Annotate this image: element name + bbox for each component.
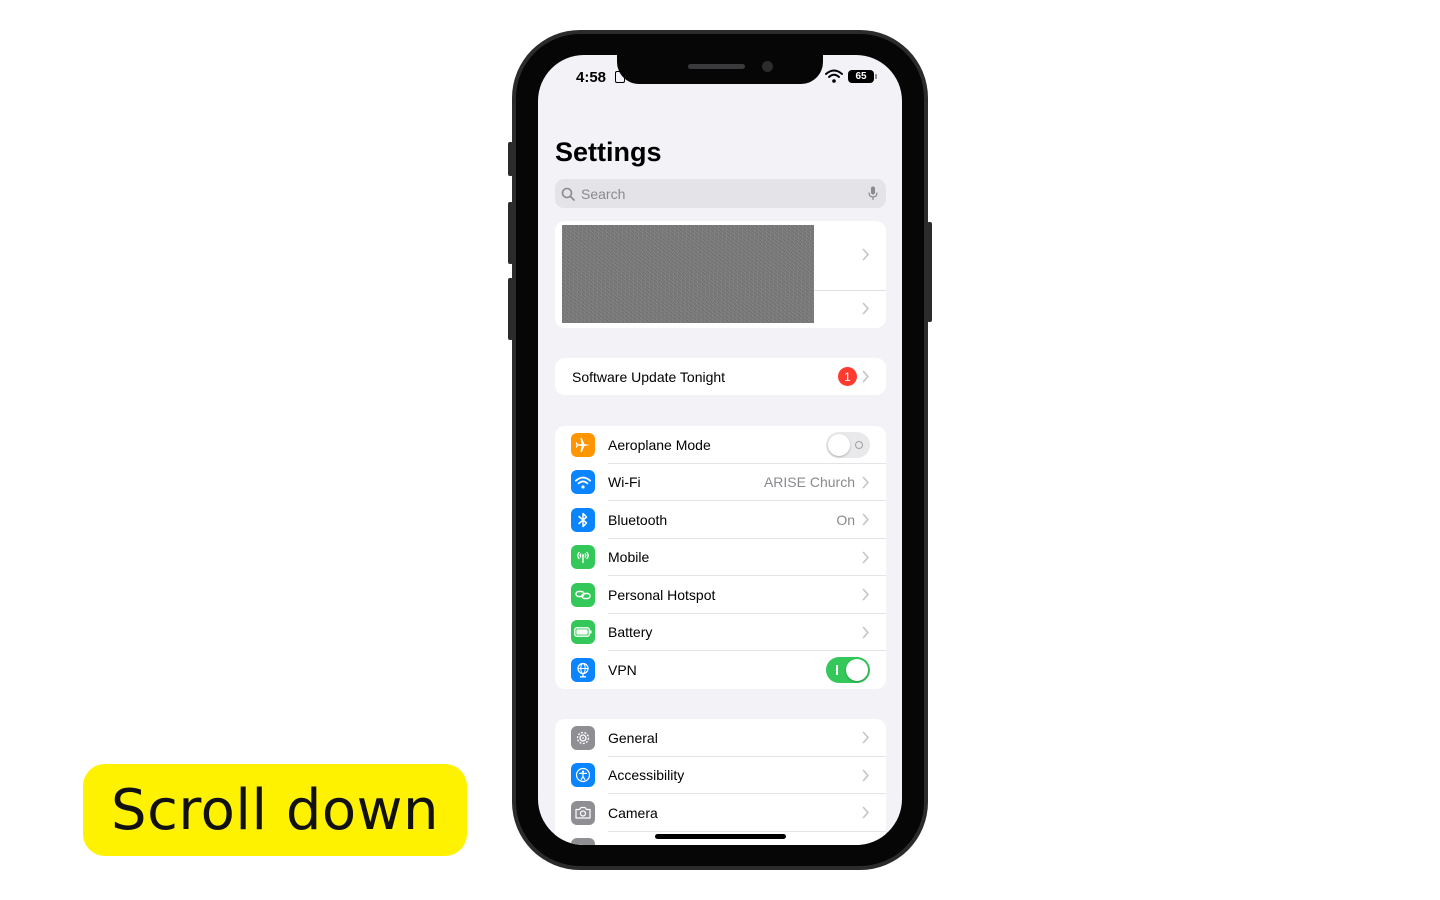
wifi-status-icon (825, 69, 843, 83)
battery-icon (571, 620, 595, 645)
settings-row-label: Camera (608, 804, 658, 821)
antenna-icon (571, 545, 595, 570)
status-time: 4:58 (576, 69, 607, 86)
camera-icon (571, 800, 595, 825)
settings-row-label: General (608, 729, 658, 746)
settings-row-label: Mobile (608, 549, 650, 566)
bluetooth-value: On (836, 511, 855, 528)
software-update-label: Software Update Tonight (572, 368, 726, 385)
settings-row-mobile[interactable]: Mobile (555, 539, 886, 576)
settings-row-label: VPN (608, 661, 637, 678)
settings-row-battery[interactable]: Battery (555, 614, 886, 651)
connectivity-group: Aeroplane Mode Wi-Fi ARISE Church Blueto… (555, 426, 886, 689)
redacted-profile (562, 225, 814, 323)
volume-down-button[interactable] (508, 278, 513, 340)
settings-row-camera[interactable]: Camera (555, 794, 886, 832)
chevron-right-icon (862, 588, 870, 601)
link-icon (571, 582, 595, 607)
airplane-icon (571, 432, 595, 457)
home-indicator[interactable] (655, 834, 786, 839)
settings-row-accessibility[interactable]: Accessibility (555, 757, 886, 794)
search-input[interactable] (581, 179, 860, 208)
settings-row-aeroplane-mode[interactable]: Aeroplane Mode (555, 426, 886, 464)
silent-switch[interactable] (508, 142, 513, 176)
settings-row-label: Wi-Fi (608, 474, 641, 491)
settings-row-label: Aeroplane Mode (608, 436, 711, 453)
vpn-toggle[interactable] (826, 656, 870, 683)
chevron-right-icon (862, 370, 870, 383)
search-icon (555, 187, 581, 201)
chevron-right-icon (862, 806, 870, 819)
settings-row-bluetooth[interactable]: Bluetooth On (555, 501, 886, 539)
settings-row-label: Bluetooth (608, 511, 668, 528)
settings-row-label: Personal Hotspot (608, 586, 716, 603)
settings-row-personal-hotspot[interactable]: Personal Hotspot (555, 576, 886, 614)
caption-text: Scroll down (111, 777, 439, 843)
chevron-right-icon (862, 476, 870, 489)
accessibility-icon (571, 763, 595, 788)
software-update-row[interactable]: Software Update Tonight 1 (555, 358, 886, 395)
chevron-right-icon (862, 302, 870, 320)
partial-icon (571, 838, 595, 845)
aeroplane-mode-toggle[interactable] (826, 431, 870, 458)
phone-screen: 4:58 65 Settings Search Software Update … (538, 55, 902, 845)
page-title: Settings (555, 137, 662, 167)
wifi-icon (571, 470, 595, 495)
settings-row-label: Accessibility (608, 767, 685, 784)
contact-status-icon (615, 71, 625, 83)
chevron-right-icon (862, 248, 870, 266)
apple-id-card[interactable] (555, 221, 886, 328)
battery-status-icon: 65 (848, 70, 877, 83)
settings-row-general[interactable]: General (555, 719, 886, 757)
settings-row-vpn[interactable]: VPN (555, 651, 886, 689)
wifi-network-value: ARISE Church (763, 474, 855, 491)
gear-icon (571, 725, 595, 750)
scene: 4:58 65 Settings Search Software Update … (0, 0, 1440, 900)
search-bar[interactable] (555, 179, 886, 208)
settings-row-wifi[interactable]: Wi-Fi ARISE Church (555, 464, 886, 501)
settings-row-label: Battery (608, 624, 653, 641)
divider (814, 290, 886, 291)
microphone-icon[interactable] (860, 186, 886, 201)
globe-icon (571, 657, 595, 682)
chevron-right-icon (862, 731, 870, 744)
speaker (688, 64, 745, 69)
general-group: General Accessibility Camera (555, 719, 886, 845)
chevron-right-icon (862, 769, 870, 782)
notification-badge: 1 (838, 367, 857, 387)
notch (617, 55, 823, 84)
chevron-right-icon (862, 513, 870, 526)
front-camera (762, 61, 773, 72)
software-update-group: Software Update Tonight 1 (555, 358, 886, 395)
chevron-right-icon (862, 626, 870, 639)
instruction-caption: Scroll down (83, 764, 467, 856)
chevron-right-icon (862, 551, 870, 564)
volume-up-button[interactable] (508, 202, 513, 264)
power-button[interactable] (927, 222, 932, 322)
bluetooth-icon (571, 507, 595, 532)
